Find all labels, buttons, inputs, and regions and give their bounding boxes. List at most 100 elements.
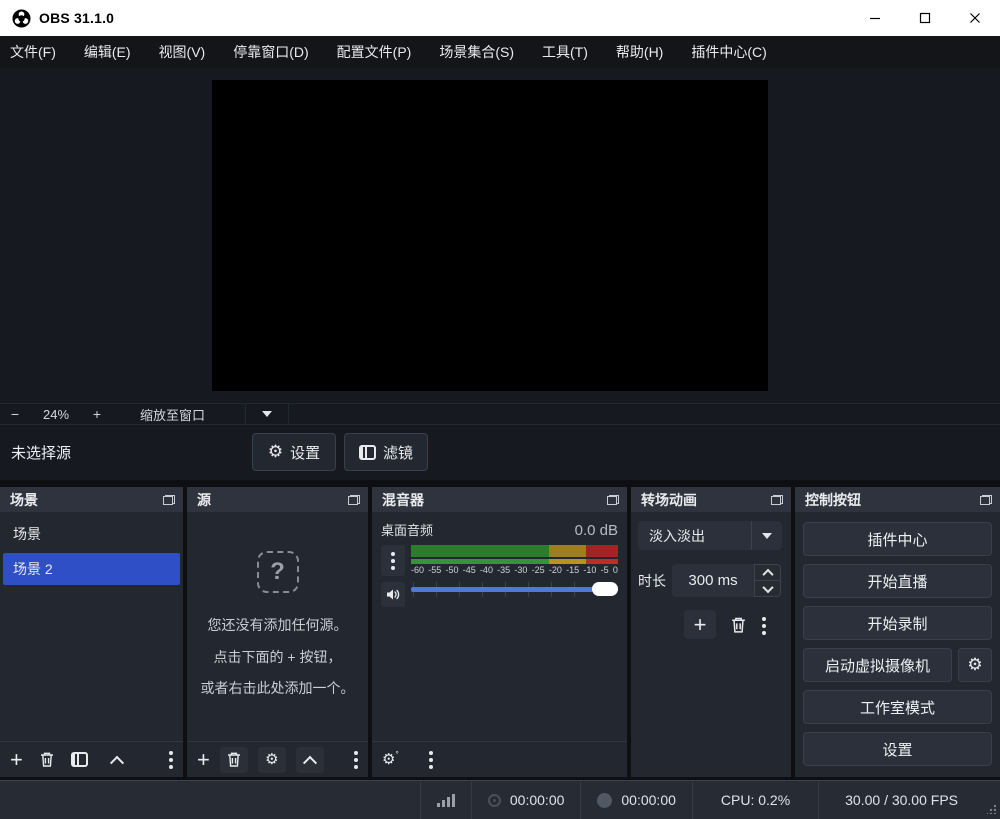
scenes-panel-title: 场景 bbox=[10, 490, 38, 510]
zoom-level: 24% bbox=[30, 407, 82, 422]
slider-track[interactable] bbox=[411, 587, 618, 592]
window-title: OBS 31.1.0 bbox=[39, 10, 114, 26]
add-transition-button[interactable]: + bbox=[684, 610, 716, 639]
transition-select[interactable]: 淡入淡出 bbox=[638, 521, 782, 550]
duration-increment-button[interactable] bbox=[754, 564, 781, 580]
menu-help[interactable]: 帮助(H) bbox=[616, 42, 663, 62]
popout-icon[interactable] bbox=[980, 495, 992, 505]
popout-icon[interactable] bbox=[163, 495, 175, 505]
mixer-panel-header: 混音器 bbox=[372, 487, 627, 512]
start-streaming-button[interactable]: 开始直播 bbox=[803, 564, 992, 598]
scene-move-up-button[interactable] bbox=[112, 755, 122, 765]
remove-scene-button[interactable] bbox=[39, 751, 55, 768]
transitions-panel-title: 转场动画 bbox=[641, 490, 697, 510]
transition-select-arrow[interactable] bbox=[751, 521, 782, 550]
menu-view[interactable]: 视图(V) bbox=[159, 42, 206, 62]
menu-profile[interactable]: 配置文件(P) bbox=[337, 42, 412, 62]
controls-panel: 控制按钮 插件中心 开始直播 开始录制 启动虚拟摄像机 ⚙ 工作室模式 设置 bbox=[795, 487, 1000, 777]
transition-current: 淡入淡出 bbox=[638, 526, 705, 546]
virtual-camera-settings-button[interactable]: ⚙ bbox=[958, 648, 992, 682]
fps-value: 30.00 / 30.00 FPS bbox=[845, 792, 958, 808]
source-filters-label: 滤镜 bbox=[383, 442, 413, 463]
gear-icon: ⚙ bbox=[268, 444, 283, 461]
add-source-button[interactable]: + bbox=[197, 749, 210, 771]
settings-button[interactable]: 设置 bbox=[803, 732, 992, 766]
zoom-out-button[interactable]: − bbox=[0, 406, 30, 422]
menu-docks[interactable]: 停靠窗口(D) bbox=[233, 42, 308, 62]
chevron-up-icon bbox=[762, 568, 773, 579]
start-virtual-camera-button[interactable]: 启动虚拟摄像机 bbox=[803, 648, 952, 682]
cpu-usage: CPU: 0.2% bbox=[692, 781, 818, 819]
plugin-center-button[interactable]: 插件中心 bbox=[803, 522, 992, 556]
dock-panels: 场景 场景 场景 2 + 源 ? 您还没有添加任何源。 bbox=[0, 487, 1000, 777]
channel-name: 桌面音频 bbox=[381, 520, 433, 539]
cpu-usage-value: CPU: 0.2% bbox=[721, 792, 790, 808]
fit-to-window-label[interactable]: 缩放至窗口 bbox=[128, 405, 217, 424]
obs-logo-icon bbox=[12, 9, 31, 28]
source-properties-button[interactable]: ⚙ bbox=[258, 747, 286, 773]
popout-icon[interactable] bbox=[771, 495, 783, 505]
source-settings-button[interactable]: ⚙ 设置 bbox=[252, 433, 336, 471]
studio-mode-button[interactable]: 工作室模式 bbox=[803, 690, 992, 724]
minimize-button[interactable] bbox=[850, 0, 900, 36]
remove-transition-button[interactable] bbox=[730, 616, 747, 634]
source-filters-button[interactable]: 滤镜 bbox=[344, 433, 428, 471]
resize-grip[interactable] bbox=[984, 781, 1000, 819]
zoom-in-button[interactable]: + bbox=[82, 406, 112, 422]
menu-plugin-center[interactable]: 插件中心(C) bbox=[691, 42, 766, 62]
mute-toggle-button[interactable] bbox=[381, 582, 405, 607]
popout-icon[interactable] bbox=[348, 495, 360, 505]
scenes-panel-header: 场景 bbox=[0, 487, 183, 512]
popout-icon[interactable] bbox=[607, 495, 619, 505]
duration-label: 时长 bbox=[638, 571, 672, 591]
duration-input[interactable]: 300 ms bbox=[672, 564, 754, 597]
menu-scene-collection[interactable]: 场景集合(S) bbox=[439, 42, 514, 62]
mixer-panel-title: 混音器 bbox=[382, 490, 424, 510]
volume-slider[interactable] bbox=[411, 577, 618, 602]
speaker-icon bbox=[386, 588, 401, 601]
menu-edit[interactable]: 编辑(E) bbox=[84, 42, 131, 62]
add-scene-button[interactable]: + bbox=[10, 749, 23, 771]
sources-empty-text: 您还没有添加任何源。 bbox=[208, 613, 348, 639]
menu-file[interactable]: 文件(F) bbox=[10, 42, 56, 62]
source-action-bar: 未选择源 ⚙ 设置 滤镜 bbox=[0, 425, 1000, 480]
scene-item-selected[interactable]: 场景 2 bbox=[3, 553, 180, 585]
scene-item[interactable]: 场景 bbox=[0, 517, 183, 550]
sources-overflow-menu-button[interactable] bbox=[354, 751, 358, 769]
maximize-button[interactable] bbox=[900, 0, 950, 36]
duration-decrement-button[interactable] bbox=[754, 580, 781, 597]
connection-status bbox=[420, 781, 471, 819]
mixer-overflow-menu-button[interactable] bbox=[429, 751, 433, 769]
preview-zoom-bar: − 24% + 缩放至窗口 bbox=[0, 403, 1000, 425]
remove-source-button[interactable] bbox=[220, 747, 248, 773]
stream-timer: 00:00:00 bbox=[471, 781, 581, 819]
transitions-toolbar: + bbox=[638, 610, 782, 639]
scenes-overflow-menu-button[interactable] bbox=[169, 751, 173, 769]
source-move-up-button[interactable] bbox=[296, 747, 324, 773]
source-settings-label: 设置 bbox=[290, 442, 320, 463]
fit-dropdown-button[interactable] bbox=[245, 404, 289, 424]
slider-handle[interactable] bbox=[592, 582, 618, 596]
sources-panel-header: 源 bbox=[187, 487, 368, 512]
transition-properties-button[interactable] bbox=[762, 617, 766, 635]
audio-mixer-panel: 混音器 桌面音频 0.0 dB bbox=[372, 487, 627, 777]
channel-db-value: 0.0 dB bbox=[575, 522, 618, 539]
transitions-panel: 转场动画 淡入淡出 时长 300 ms + bbox=[631, 487, 791, 777]
advanced-audio-button[interactable]: ⚙° bbox=[382, 752, 399, 767]
preview-canvas[interactable] bbox=[212, 80, 768, 391]
volume-meter-peak bbox=[411, 559, 618, 564]
scenes-toolbar: + bbox=[0, 741, 183, 777]
start-recording-button[interactable]: 开始录制 bbox=[803, 606, 992, 640]
duration-spinner bbox=[754, 564, 781, 597]
controls-panel-header: 控制按钮 bbox=[795, 487, 1000, 512]
menu-bar: 文件(F) 编辑(E) 视图(V) 停靠窗口(D) 配置文件(P) 场景集合(S… bbox=[0, 36, 1000, 68]
chevron-down-icon bbox=[762, 581, 773, 592]
menu-tools[interactable]: 工具(T) bbox=[542, 42, 588, 62]
sources-panel: 源 ? 您还没有添加任何源。 点击下面的 + 按钮， 或者右击此处添加一个。 +… bbox=[187, 487, 368, 777]
transitions-panel-header: 转场动画 bbox=[631, 487, 791, 512]
channel-menu-button[interactable] bbox=[381, 545, 405, 576]
close-button[interactable] bbox=[950, 0, 1000, 36]
scene-filters-button[interactable] bbox=[71, 752, 88, 767]
title-bar: OBS 31.1.0 bbox=[0, 0, 1000, 36]
sources-toolbar: + ⚙ bbox=[187, 741, 368, 777]
